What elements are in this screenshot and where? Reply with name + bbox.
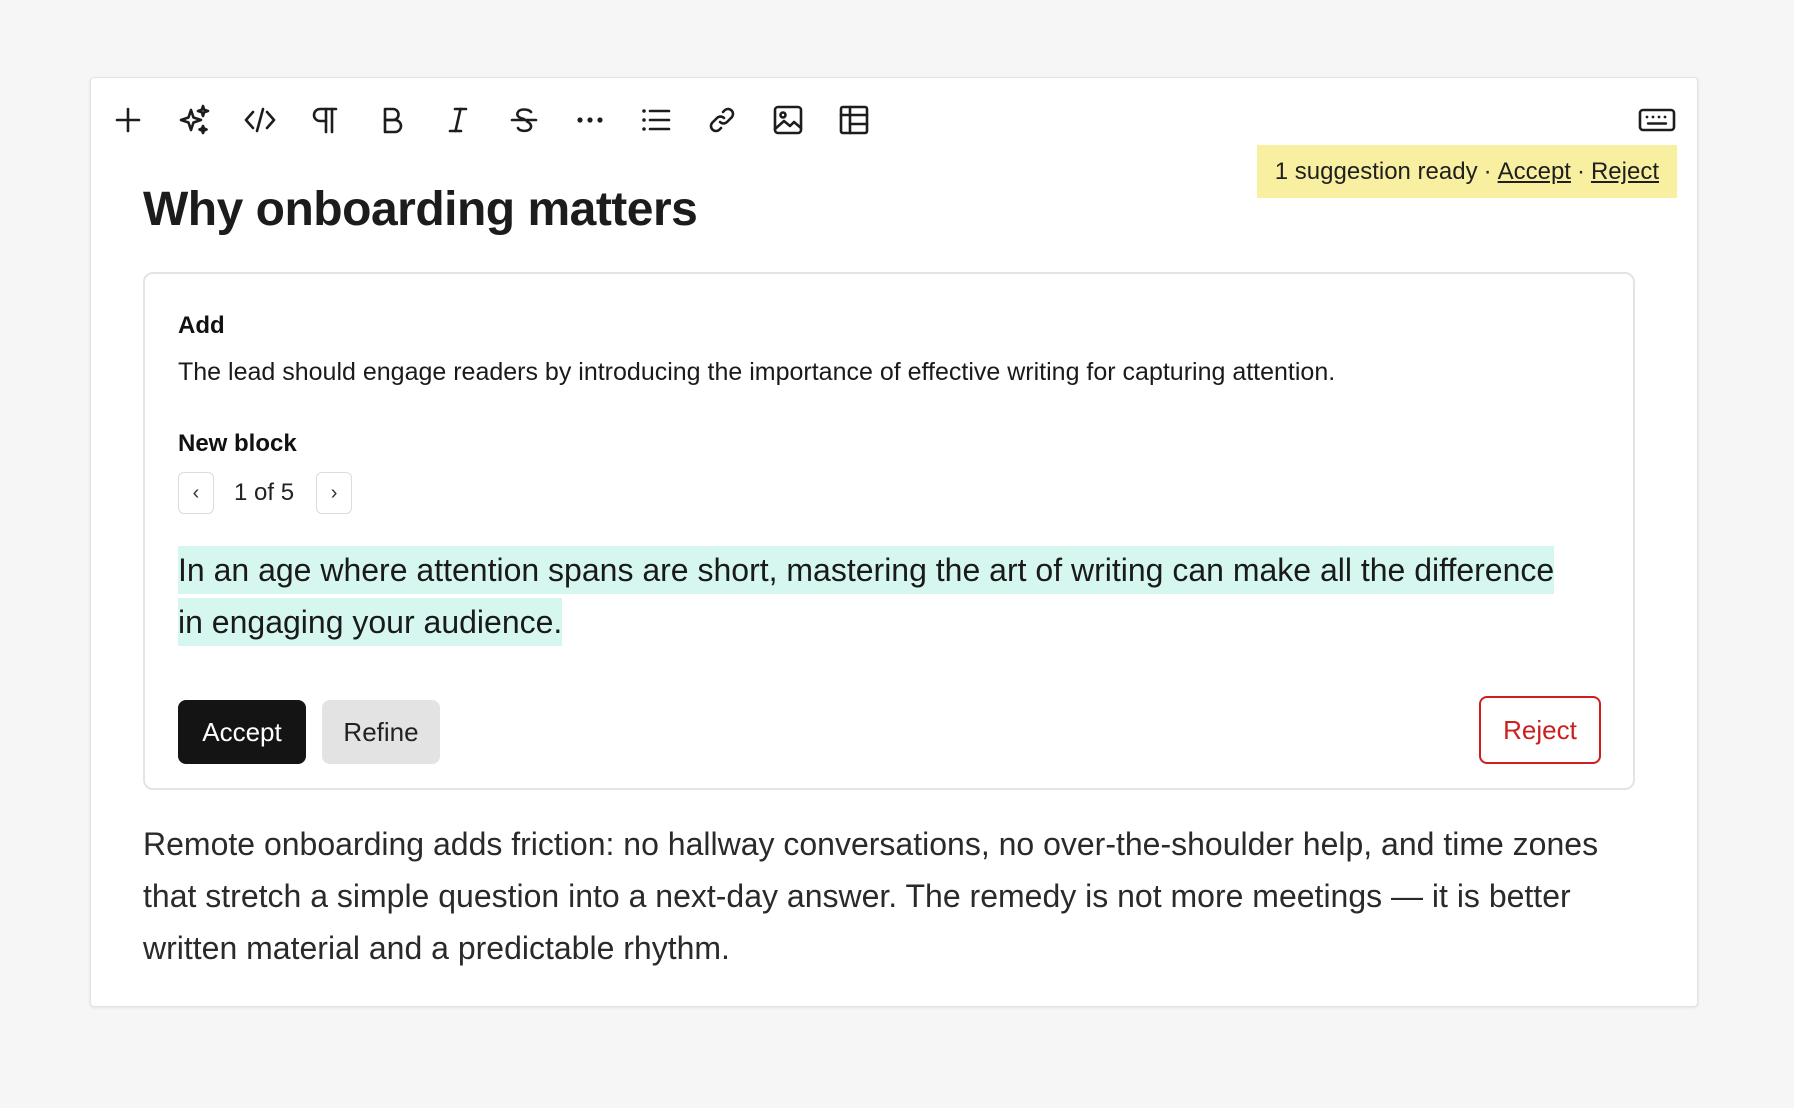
add-button[interactable] <box>104 96 152 144</box>
strikethrough-button[interactable] <box>500 96 548 144</box>
image-button[interactable] <box>764 96 812 144</box>
paragraph-button[interactable] <box>302 96 350 144</box>
suggestion-card: Add The lead should engage readers by in… <box>143 272 1635 790</box>
image-icon <box>773 105 803 135</box>
banner-separator: · <box>1576 157 1585 185</box>
bold-icon <box>383 107 403 134</box>
ai-button[interactable] <box>170 96 218 144</box>
suggestion-banner: 1 suggestion ready · Accept · Reject <box>1256 145 1677 198</box>
body-paragraph[interactable]: Remote onboarding adds friction: no hall… <box>143 818 1643 974</box>
pilcrow-icon <box>312 107 338 134</box>
refine-button[interactable]: Refine <box>322 700 440 764</box>
variant-count: 1 of 5 <box>234 479 295 506</box>
editor: 1 suggestion ready · Accept · Reject Why… <box>90 77 1698 1007</box>
variant-pager: ‹ 1 of 5 › <box>178 470 353 516</box>
previous-variant-button[interactable]: ‹ <box>178 472 214 514</box>
code-button[interactable] <box>236 96 284 144</box>
bold-button[interactable] <box>368 96 416 144</box>
link-button[interactable] <box>698 96 746 144</box>
list-icon <box>642 109 671 131</box>
suggestion-instruction: The lead should engage readers by introd… <box>178 358 1336 386</box>
block-label: New block <box>178 430 297 457</box>
banner-separator: · <box>1483 157 1492 185</box>
table-button[interactable] <box>830 96 878 144</box>
proposed-text-highlight: In an age where attention spans are shor… <box>178 546 1555 646</box>
strikethrough-icon <box>510 108 538 133</box>
banner-reject-link[interactable]: Reject <box>1591 158 1659 186</box>
sparkles-icon <box>179 104 210 135</box>
ellipsis-icon <box>577 117 603 123</box>
table-icon <box>839 105 869 135</box>
code-icon <box>244 107 276 133</box>
suggestion-count: 1 suggestion ready <box>1274 157 1478 185</box>
italic-icon <box>448 107 468 133</box>
document-title[interactable]: Why onboarding matters <box>143 182 698 237</box>
more-button[interactable] <box>566 96 614 144</box>
keyboard-icon <box>1638 108 1676 132</box>
keyboard-button[interactable] <box>1637 96 1677 144</box>
link-icon <box>709 107 735 133</box>
reject-button[interactable]: Reject <box>1479 696 1601 764</box>
banner-accept-link[interactable]: Accept <box>1498 158 1571 186</box>
plus-icon <box>115 107 141 133</box>
toolbar <box>91 78 1697 152</box>
list-button[interactable] <box>632 96 680 144</box>
action-label: Add <box>178 312 225 339</box>
proposed-text: In an age where attention spans are shor… <box>178 544 1558 648</box>
accept-button[interactable]: Accept <box>178 700 306 764</box>
next-variant-button[interactable]: › <box>316 472 353 514</box>
italic-button[interactable] <box>434 96 482 144</box>
